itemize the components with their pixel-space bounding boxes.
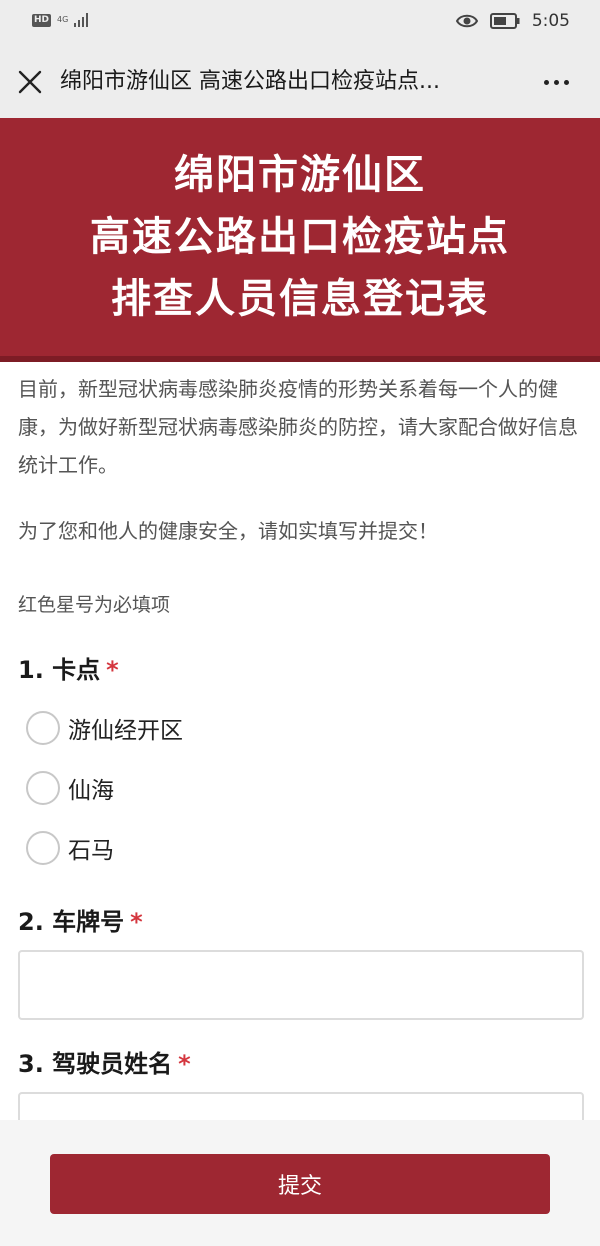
nav-title: 绵阳市游仙区 高速公路出口检疫站点... — [60, 69, 440, 94]
banner-title-line1: 绵阳市游仙区 — [174, 152, 426, 198]
intro-text: 目前，新型冠状病毒感染肺炎疫情的形势关系着每一个人的健康，为做好新型冠状病毒感染… — [18, 377, 578, 477]
radio-label: 石马 — [68, 838, 114, 864]
radio-option-shima[interactable]: 石马 — [26, 828, 114, 868]
status-time: 5:05 — [531, 11, 570, 31]
required-star: * — [178, 1050, 191, 1078]
required-star: * — [106, 656, 119, 684]
eye-icon — [455, 14, 478, 28]
question-2-title: 2. 车牌号 * — [18, 902, 143, 937]
form-banner: 绵阳市游仙区 高速公路出口检疫站点 排查人员信息登记表 — [0, 118, 600, 362]
close-icon — [18, 70, 42, 94]
radio-button[interactable] — [26, 711, 60, 745]
network-type: 4G — [57, 15, 69, 24]
close-button[interactable] — [12, 64, 48, 100]
banner-title-line2: 高速公路出口检疫站点 — [90, 214, 510, 260]
more-menu-button[interactable] — [536, 68, 576, 96]
radio-label: 游仙经开区 — [68, 718, 183, 744]
radio-option-xianhai[interactable]: 仙海 — [26, 768, 114, 808]
required-hint: 红色星号为必填项 — [18, 594, 171, 616]
form-content: 目前，新型冠状病毒感染肺炎疫情的形势关系着每一个人的健康，为做好新型冠状病毒感染… — [18, 362, 584, 1162]
radio-label: 仙海 — [68, 778, 114, 804]
submit-button[interactable]: 提交 — [50, 1154, 550, 1214]
status-left: HD 4G — [32, 13, 89, 27]
bottom-bar: 提交 — [0, 1120, 600, 1246]
nav-bar: 绵阳市游仙区 高速公路出口检疫站点... — [0, 46, 600, 118]
question-1-title: 1. 卡点 * — [18, 650, 119, 685]
question-3-title: 3. 驾驶员姓名 * — [18, 1044, 191, 1079]
banner-title-line3: 排查人员信息登记表 — [111, 276, 489, 322]
dot-icon — [543, 79, 549, 85]
notice-text: 为了您和他人的健康安全，请如实填写并提交！ — [18, 519, 438, 543]
battery-icon — [489, 13, 520, 29]
status-right: 5:05 — [455, 11, 570, 31]
signal-icon — [74, 13, 89, 27]
hd-badge: HD — [32, 13, 52, 27]
required-star: * — [130, 908, 143, 936]
question-2-label: 2. 车牌号 — [18, 908, 125, 936]
dot-icon — [563, 79, 569, 85]
plate-number-input[interactable] — [18, 950, 584, 1020]
radio-option-youxian[interactable]: 游仙经开区 — [26, 708, 183, 748]
question-3-label: 3. 驾驶员姓名 — [18, 1050, 173, 1078]
question-1-label: 1. 卡点 — [18, 656, 101, 684]
status-bar: HD 4G 5:05 — [0, 0, 600, 46]
dot-icon — [553, 79, 559, 85]
radio-button[interactable] — [26, 771, 60, 805]
radio-button[interactable] — [26, 831, 60, 865]
